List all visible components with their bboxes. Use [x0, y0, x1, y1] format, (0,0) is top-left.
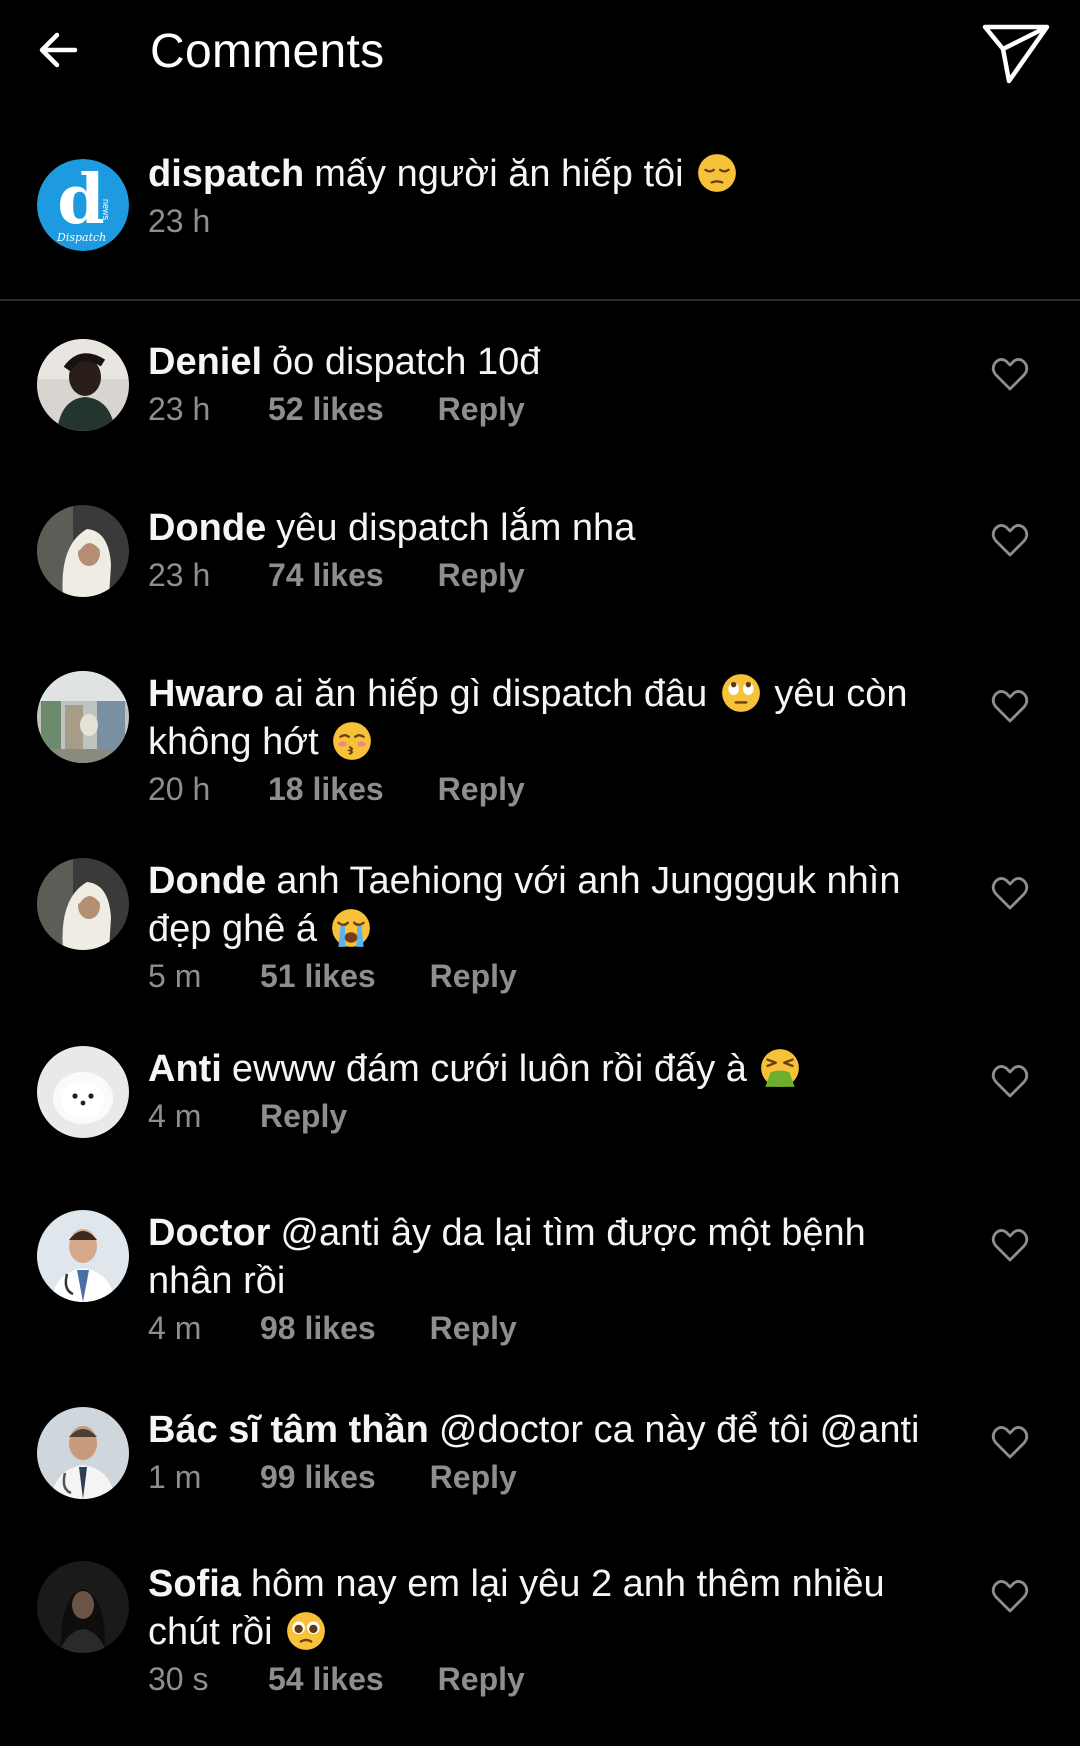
post-caption: d news Dispatch dispatch mấy người ăn hiế… [0, 150, 1080, 300]
arrow-left-icon [39, 32, 78, 68]
reply-button[interactable]: Reply [438, 1658, 525, 1700]
caption-username[interactable]: dispatch [148, 153, 304, 195]
likes-count[interactable]: 98 likes [260, 1307, 376, 1349]
avatar[interactable] [37, 1210, 129, 1302]
avatar[interactable] [37, 1046, 129, 1138]
likes-count[interactable]: 74 likes [268, 554, 384, 596]
comment-username[interactable]: Bác sĩ tâm thần [148, 1409, 429, 1451]
comment-text: ewww đám cưới luôn rồi đấy à [231, 1048, 747, 1090]
comment-username[interactable]: Deniel [148, 341, 262, 383]
comment-username[interactable]: Anti [148, 1048, 222, 1090]
share-button[interactable] [980, 20, 1052, 88]
svg-text:news: news [101, 199, 111, 221]
comment-time: 4 m [148, 1098, 202, 1134]
avatar[interactable] [37, 671, 129, 763]
avatar[interactable] [37, 858, 129, 950]
back-button[interactable] [30, 22, 86, 78]
comment-text: hôm nay em lại yêu 2 anh thêm nhiều chút… [148, 1563, 885, 1653]
comment-time: 5 m [148, 958, 202, 994]
comment-time: 20 h [148, 771, 211, 807]
likes-count[interactable]: 51 likes [260, 955, 376, 997]
heart-icon[interactable] [990, 1422, 1030, 1462]
top-bar: Comments [0, 0, 1080, 110]
caption-time: 23 h [148, 203, 211, 239]
comment-username[interactable]: Doctor [148, 1212, 270, 1254]
comment-text: yêu dispatch lắm nha [276, 507, 636, 549]
pensive-face-emoji [698, 154, 737, 192]
comment-time: 23 h [148, 391, 211, 427]
heart-icon[interactable] [990, 354, 1030, 394]
avatar[interactable] [37, 1561, 129, 1653]
comment-text: @doctor ca này để tôi @anti [438, 1409, 920, 1451]
comment-text: ai ăn hiếp gì dispatch đâu [274, 673, 708, 715]
heart-icon[interactable] [990, 873, 1030, 913]
comment-username[interactable]: Hwaro [148, 673, 264, 715]
comment-username[interactable]: Sofia [148, 1563, 241, 1605]
pleading-face-emoji [287, 1612, 326, 1650]
eye-roll-face-emoji [721, 674, 760, 712]
crying-face-emoji [331, 909, 370, 947]
divider [0, 299, 1080, 301]
reply-button[interactable]: Reply [260, 1095, 347, 1137]
likes-count[interactable]: 54 likes [268, 1658, 384, 1700]
caption-text: mấy người ăn hiếp tôi [314, 153, 684, 195]
kissing-face-emoji [333, 722, 372, 760]
avatar[interactable] [37, 1407, 129, 1499]
reply-button[interactable]: Reply [430, 955, 517, 997]
reply-button[interactable]: Reply [438, 768, 525, 810]
avatar[interactable] [37, 505, 129, 597]
comment-text: ỏo dispatch 10đ [272, 341, 541, 383]
comment-time: 1 m [148, 1459, 202, 1495]
paper-plane-icon [982, 24, 1050, 84]
comment-username[interactable]: Donde [148, 860, 266, 902]
reply-button[interactable]: Reply [438, 554, 525, 596]
heart-icon[interactable] [990, 1225, 1030, 1265]
likes-count[interactable]: 52 likes [268, 388, 384, 430]
comment-username[interactable]: Donde [148, 507, 266, 549]
likes-count[interactable]: 99 likes [260, 1456, 376, 1498]
avatar[interactable] [37, 339, 129, 431]
comment-time: 23 h [148, 557, 211, 593]
reply-button[interactable]: Reply [430, 1307, 517, 1349]
likes-count[interactable]: 18 likes [268, 768, 384, 810]
svg-text:Dispatch: Dispatch [56, 231, 106, 244]
comment-time: 30 s [148, 1661, 209, 1697]
avatar-dispatch[interactable]: d news Dispatch [37, 159, 129, 251]
heart-icon[interactable] [990, 686, 1030, 726]
vomiting-face-emoji [761, 1049, 800, 1087]
heart-icon[interactable] [990, 1576, 1030, 1616]
heart-icon[interactable] [990, 1061, 1030, 1101]
comment-time: 4 m [148, 1310, 202, 1346]
svg-text:d: d [57, 160, 105, 240]
reply-button[interactable]: Reply [430, 1456, 517, 1498]
heart-icon[interactable] [990, 520, 1030, 560]
reply-button[interactable]: Reply [438, 388, 525, 430]
page-title: Comments [150, 25, 385, 78]
